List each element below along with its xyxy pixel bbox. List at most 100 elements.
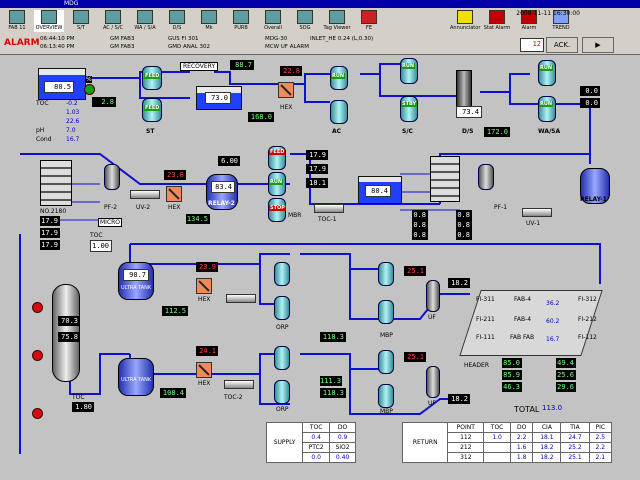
uf2-vessel[interactable] [426,366,440,398]
storage-pump-1[interactable] [32,302,43,313]
pf1-filter-bank[interactable] [430,156,460,202]
sound-button[interactable]: ▶ [582,37,614,53]
hex4-temp: 24.1 [196,346,218,356]
orp1-label: ORP [276,324,289,331]
ac-vessel-a[interactable]: RUN [330,66,348,90]
ds-label: D/S [462,128,474,135]
uv2-unit[interactable] [130,190,160,199]
hex1-temp: 22.8 [280,66,302,76]
alarm-tag2-1: GUS FI 301 [168,36,199,42]
storage-pump-3[interactable] [32,408,43,419]
alarm-time-2[interactable]: 06:13:40 PM [40,44,75,50]
toolbar-item-stat-alarm[interactable]: Stat Alarm [482,10,512,32]
toolbar-item-st[interactable]: S/T [66,10,96,32]
pit-flow: 168.0 [248,112,274,122]
mbp2-vessel-a[interactable] [378,350,394,374]
orp2-vessel-b[interactable] [274,380,290,404]
toolbar-item-overview[interactable]: OVERVIEW [34,10,64,32]
hex1-label: HEX [280,104,293,111]
toc2-unit[interactable] [224,380,254,389]
ultra-filter-1[interactable] [226,294,256,303]
right-flow-2b: 25.6 [556,370,576,380]
header-label: HEADER [464,362,489,369]
orp2-vessel-a[interactable] [274,346,290,370]
sog-icon [297,10,313,24]
ultra-tank-2[interactable]: ULTRA TANK [118,358,154,396]
toolbar-item-purb[interactable]: PURB [226,10,256,32]
purb-icon [233,10,249,24]
hex3-exchanger[interactable] [196,278,212,294]
fi-sub-3: FAB FAB [510,334,535,341]
fi-name-3: FI-111 [476,334,495,341]
mbr-vessel-a[interactable]: FEED [268,146,286,170]
uf1-vessel[interactable] [426,280,440,312]
speaker-icon: ▶ [595,41,601,49]
ds-column[interactable] [456,70,472,108]
right-flow-1a: 85.0 [502,358,522,368]
alarm-tag2-2: GMD ANAL 302 [168,44,210,50]
uv1-unit[interactable] [522,208,552,217]
toolbar-item-tag-viewer[interactable]: Tag Viewer [322,10,352,32]
hex1-exchanger[interactable] [278,82,294,98]
pf1-vessel[interactable] [478,164,494,190]
wasa-reading-2: 0.0 [580,98,600,108]
toc1-tank[interactable]: 80.4 [358,176,402,204]
hex4-exchanger[interactable] [196,362,212,378]
toolbar-item-fe[interactable]: FE [354,10,384,32]
mbr-vessel-b[interactable]: RUN [268,172,286,196]
alarm-tag1-2: GM FAB3 [110,44,135,50]
toolbar: FAB 11 OVERVIEW S/T AC / S/C WA / S/A D/… [0,8,640,35]
uv1-label: UV-1 [526,220,541,227]
toolbar-item-wa-sa[interactable]: WA / S/A [130,10,160,32]
ultra-tank-1[interactable]: 90.7 ULTRA TANK [118,262,154,300]
left-reading-3: 17.9 [40,240,60,250]
ack-button[interactable]: ACK. [546,37,578,53]
orp1-vessel-a[interactable] [274,262,290,286]
pf2-filter-bank[interactable] [40,160,72,206]
ac-vessel-b[interactable] [330,100,348,124]
pf1-label: PF-1 [494,204,508,211]
raw-pump[interactable] [84,84,95,95]
return-table: RETURN POINT TOC DO CIA TIA PIC 112 1.0 2.2 18.1 2… [401,422,613,463]
fe-icon [361,10,377,24]
mbp1-vessel-a[interactable] [378,262,394,286]
mbr-vessel-c[interactable]: STOP [268,198,286,222]
ac-label: AC [332,128,342,135]
hex2-exchanger[interactable] [166,186,182,202]
sc-vessel-a[interactable]: RUN [400,58,418,84]
toolbar-item-sog[interactable]: SOG [290,10,320,32]
toolbar-item-ds[interactable]: D/S [162,10,192,32]
toolbar-item-overall[interactable]: Overall [258,10,288,32]
sa-vessel[interactable]: RUN [538,96,556,122]
alarm-time-1[interactable]: 06:44:10 PM [40,36,75,42]
toolbar-item-annunciator[interactable]: Annunciator [450,10,480,32]
uv2-label: UV-2 [136,204,151,211]
orp2-label: ORP [276,406,289,413]
mbp2-vessel-b[interactable] [378,384,394,408]
hex2-label: HEX [168,204,181,211]
storage-pump-2[interactable] [32,350,43,361]
wa-vessel[interactable]: RUN [538,60,556,86]
pf2-vessel[interactable] [104,164,120,190]
annunciator-icon [457,10,473,24]
mbp2-flow: 118.3 [320,388,346,398]
left-reading-2: 17.9 [40,228,60,238]
uf2-flow: 18.2 [448,394,470,404]
toolbar-item-fab[interactable]: FAB 11 [2,10,32,32]
pit-tank[interactable]: 73.0 [196,86,242,110]
toc1-unit[interactable] [314,204,344,213]
st-vessel-b[interactable]: FEED [142,98,162,122]
toolbar-item-mk[interactable]: Mk [194,10,224,32]
orp1-vessel-b[interactable] [274,296,290,320]
mbp1-vessel-b[interactable] [378,300,394,324]
micro-label: MICRO [98,218,123,227]
mbr-label: MBR [288,212,302,219]
st-vessel-a[interactable]: FEED [142,66,162,90]
right-flow-2a: 85.9 [502,370,522,380]
relay2-flow: 134.5 [186,214,210,224]
toolbar-item-ac-sc[interactable]: AC / S/C [98,10,128,32]
sc-vessel-b[interactable]: STBY [400,96,418,122]
fi-val-2: 60.2 [546,318,560,325]
raw-water-tank[interactable]: 80.5 [38,68,86,100]
fi-sub-2: FAB-4 [514,316,532,323]
